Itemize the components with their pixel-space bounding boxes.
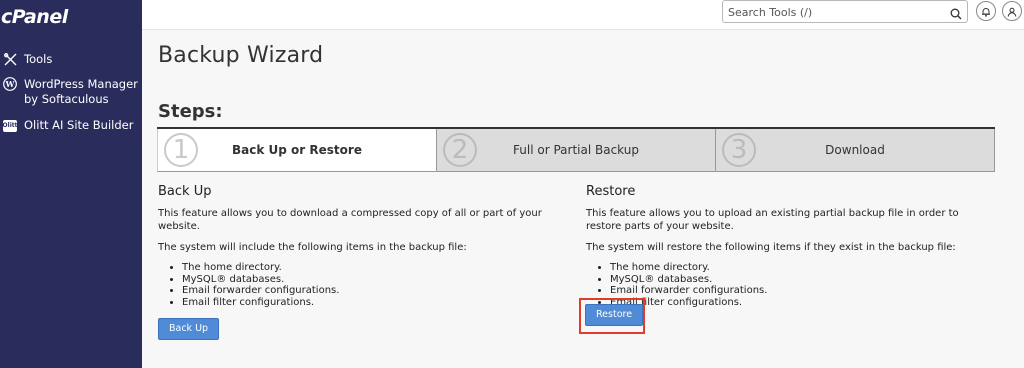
backup-section: Back Up This feature allows you to downl… bbox=[158, 184, 558, 340]
steps-title: Steps: bbox=[158, 101, 223, 122]
step-label: Download bbox=[825, 143, 885, 157]
sidebar-item-label: Olitt AI Site Builder bbox=[24, 118, 134, 132]
backup-heading: Back Up bbox=[158, 184, 212, 199]
list-item: Email filter configurations. bbox=[182, 297, 558, 309]
backup-intro: The system will include the following it… bbox=[158, 242, 467, 253]
restore-heading: Restore bbox=[586, 184, 636, 199]
olitt-badge: Olitt bbox=[3, 119, 17, 132]
svg-text:W: W bbox=[5, 79, 16, 89]
search-input[interactable] bbox=[723, 2, 943, 23]
sidebar-item-wordpress-manager[interactable]: W WordPress Manager by Softaculous bbox=[3, 77, 138, 107]
step-number: 2 bbox=[443, 133, 477, 167]
bell-icon bbox=[981, 2, 991, 21]
restore-button[interactable]: Restore bbox=[585, 304, 644, 326]
step-label: Back Up or Restore bbox=[232, 143, 362, 157]
top-bar bbox=[142, 0, 1024, 30]
notifications-button[interactable] bbox=[976, 1, 996, 21]
sidebar: cPanel Tools W WordPress Manager by Soft… bbox=[0, 0, 142, 368]
user-menu-button[interactable] bbox=[1002, 1, 1022, 21]
user-icon bbox=[1007, 2, 1017, 21]
step-full-or-partial-backup: 2 Full or Partial Backup bbox=[437, 129, 716, 172]
restore-intro: The system will restore the following it… bbox=[586, 242, 956, 253]
step-back-up-or-restore: 1 Back Up or Restore bbox=[157, 129, 437, 172]
sidebar-item-label-line1: WordPress Manager bbox=[24, 77, 138, 91]
list-item: Email forwarder configurations. bbox=[182, 285, 558, 297]
list-item: Email forwarder configurations. bbox=[610, 285, 996, 297]
back-up-button[interactable]: Back Up bbox=[158, 318, 220, 340]
restore-description: This feature allows you to upload an exi… bbox=[586, 208, 959, 232]
restore-items-list: The home directory. MySQL® databases. Em… bbox=[586, 262, 996, 308]
tools-icon bbox=[3, 52, 17, 66]
backup-description: This feature allows you to download a co… bbox=[158, 208, 542, 232]
step-download: 3 Download bbox=[716, 129, 995, 172]
step-number: 1 bbox=[164, 133, 198, 167]
list-item: MySQL® databases. bbox=[182, 274, 558, 286]
sidebar-item-label: WordPress Manager by Softaculous bbox=[24, 77, 138, 107]
backup-items-list: The home directory. MySQL® databases. Em… bbox=[158, 262, 558, 308]
sidebar-item-tools[interactable]: Tools bbox=[3, 52, 52, 67]
page-title: Backup Wizard bbox=[158, 43, 324, 68]
search-box[interactable] bbox=[722, 0, 968, 23]
steps-bar: 1 Back Up or Restore 2 Full or Partial B… bbox=[157, 127, 995, 172]
list-item: Email filter configurations. bbox=[610, 297, 996, 309]
search-icon[interactable] bbox=[950, 5, 962, 24]
sidebar-item-label: Tools bbox=[24, 52, 53, 66]
step-number: 3 bbox=[722, 133, 756, 167]
olitt-icon: Olitt bbox=[3, 118, 17, 132]
cpanel-logo[interactable]: cPanel bbox=[1, 6, 68, 28]
sidebar-item-olitt[interactable]: Olitt Olitt AI Site Builder bbox=[3, 118, 134, 133]
list-item: The home directory. bbox=[610, 262, 996, 274]
step-label: Full or Partial Backup bbox=[513, 143, 639, 157]
sidebar-item-label-line2: by Softaculous bbox=[24, 92, 109, 106]
list-item: MySQL® databases. bbox=[610, 274, 996, 286]
list-item: The home directory. bbox=[182, 262, 558, 274]
restore-section: Restore This feature allows you to uploa… bbox=[586, 184, 996, 318]
wordpress-icon: W bbox=[3, 77, 17, 91]
